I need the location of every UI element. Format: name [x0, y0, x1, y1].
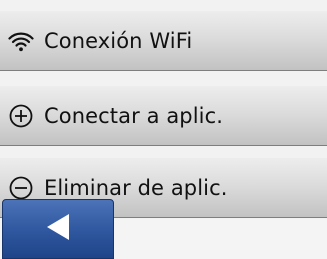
plus-circle-icon [8, 103, 34, 129]
menu-item-connect-to-app[interactable]: Conectar a aplic. [0, 86, 327, 146]
minus-circle-icon [8, 175, 34, 201]
back-button[interactable] [2, 199, 114, 259]
wifi-icon [8, 28, 34, 54]
menu-item-label: Conectar a aplic. [44, 103, 224, 128]
menu-item-label: Eliminar de aplic. [44, 175, 228, 200]
back-arrow-icon [45, 212, 71, 246]
settings-screen: Conexión WiFi Conectar a aplic. Eliminar… [0, 0, 327, 259]
menu-item-wifi-connection[interactable]: Conexión WiFi [0, 11, 327, 71]
menu-item-label: Conexión WiFi [44, 28, 193, 53]
